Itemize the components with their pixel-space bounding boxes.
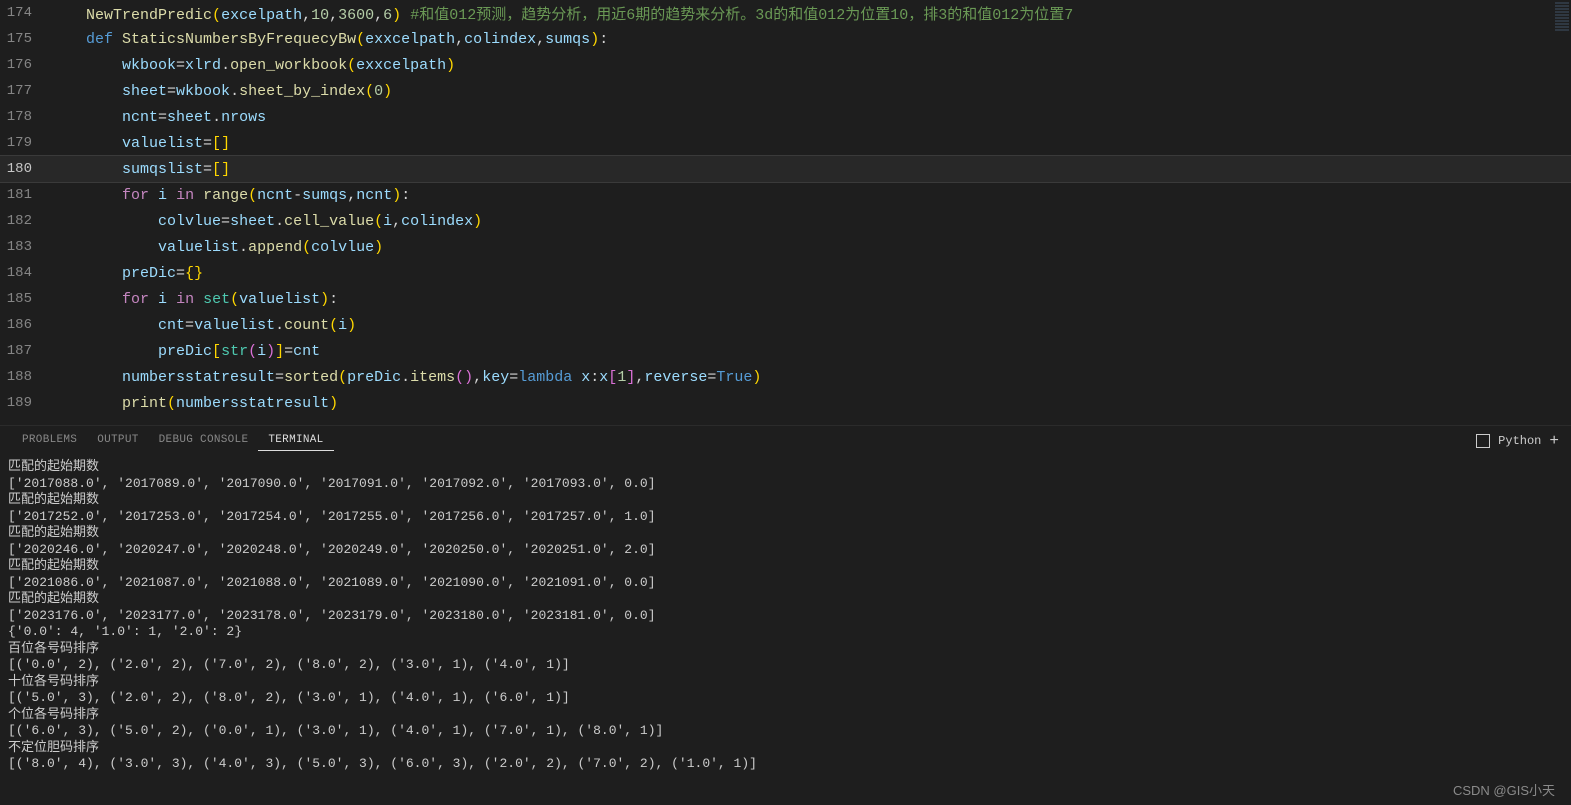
code-line[interactable]: 178 ncnt=sheet.nrows xyxy=(0,104,1571,130)
terminal-line: 匹配的起始期数 xyxy=(8,591,1563,608)
code-content[interactable]: for i in range(ncnt-sumqs,ncnt): xyxy=(50,187,1571,204)
line-number: 183 xyxy=(0,239,50,255)
code-line[interactable]: 176 wkbook=xlrd.open_workbook(exxcelpath… xyxy=(0,52,1571,78)
terminal-icon xyxy=(1476,434,1490,448)
panel-tab-terminal[interactable]: TERMINAL xyxy=(258,430,333,451)
code-content[interactable]: preDic={} xyxy=(50,265,1571,282)
line-number: 184 xyxy=(0,265,50,281)
code-line[interactable]: 187 preDic[str(i)]=cnt xyxy=(0,338,1571,364)
terminal-line: 百位各号码排序 xyxy=(8,641,1563,658)
line-number: 181 xyxy=(0,187,50,203)
code-content[interactable]: sumqslist=[] xyxy=(50,161,1571,178)
terminal-line: [('8.0', 4), ('3.0', 3), ('4.0', 3), ('5… xyxy=(8,756,1563,773)
panel-tabs: PROBLEMSOUTPUTDEBUG CONSOLETERMINAL Pyth… xyxy=(0,425,1571,455)
terminal-shell-label: Python xyxy=(1498,434,1541,448)
code-content[interactable]: colvlue=sheet.cell_value(i,colindex) xyxy=(50,213,1571,230)
terminal-line: ['2021086.0', '2021087.0', '2021088.0', … xyxy=(8,575,1563,592)
code-content[interactable]: print(numbersstatresult) xyxy=(50,395,1571,412)
line-number: 185 xyxy=(0,291,50,307)
code-content[interactable]: NewTrendPredic(excelpath,10,3600,6) #和值0… xyxy=(50,3,1571,24)
terminal-line: 匹配的起始期数 xyxy=(8,459,1563,476)
terminal-line: [('0.0', 2), ('2.0', 2), ('7.0', 2), ('8… xyxy=(8,657,1563,674)
code-line[interactable]: 182 colvlue=sheet.cell_value(i,colindex) xyxy=(0,208,1571,234)
line-number: 186 xyxy=(0,317,50,333)
panel-tab-problems[interactable]: PROBLEMS xyxy=(12,430,87,451)
code-content[interactable]: sheet=wkbook.sheet_by_index(0) xyxy=(50,83,1571,100)
code-line[interactable]: 185 for i in set(valuelist): xyxy=(0,286,1571,312)
terminal-line: ['2017088.0', '2017089.0', '2017090.0', … xyxy=(8,476,1563,493)
line-number: 187 xyxy=(0,343,50,359)
code-content[interactable]: ncnt=sheet.nrows xyxy=(50,109,1571,126)
terminal-selector[interactable]: Python + xyxy=(1476,432,1559,450)
code-content[interactable]: wkbook=xlrd.open_workbook(exxcelpath) xyxy=(50,57,1571,74)
line-number: 178 xyxy=(0,109,50,125)
terminal-line: 匹配的起始期数 xyxy=(8,558,1563,575)
code-line[interactable]: 189 print(numbersstatresult) xyxy=(0,390,1571,416)
code-line[interactable]: 183 valuelist.append(colvlue) xyxy=(0,234,1571,260)
terminal-line: 十位各号码排序 xyxy=(8,674,1563,691)
terminal-line: 个位各号码排序 xyxy=(8,707,1563,724)
terminal-line: 匹配的起始期数 xyxy=(8,492,1563,509)
watermark: CSDN @GIS小天 xyxy=(1453,780,1555,799)
code-line[interactable]: 186 cnt=valuelist.count(i) xyxy=(0,312,1571,338)
code-line[interactable]: 180 sumqslist=[] xyxy=(0,156,1571,182)
line-number: 182 xyxy=(0,213,50,229)
code-line[interactable]: 184 preDic={} xyxy=(0,260,1571,286)
terminal-line: [('6.0', 3), ('5.0', 2), ('0.0', 1), ('3… xyxy=(8,723,1563,740)
code-editor[interactable]: 174 NewTrendPredic(excelpath,10,3600,6) … xyxy=(0,0,1571,425)
line-number: 189 xyxy=(0,395,50,411)
code-line[interactable]: 181 for i in range(ncnt-sumqs,ncnt): xyxy=(0,182,1571,208)
code-content[interactable]: preDic[str(i)]=cnt xyxy=(50,343,1571,360)
code-content[interactable]: numbersstatresult=sorted(preDic.items(),… xyxy=(50,369,1571,386)
panel-tab-debug-console[interactable]: DEBUG CONSOLE xyxy=(149,430,259,451)
code-content[interactable]: def StaticsNumbersByFrequecyBw(exxcelpat… xyxy=(50,31,1571,48)
code-line[interactable]: 177 sheet=wkbook.sheet_by_index(0) xyxy=(0,78,1571,104)
terminal-line: 匹配的起始期数 xyxy=(8,525,1563,542)
code-line[interactable]: 179 valuelist=[] xyxy=(0,130,1571,156)
terminal-line: ['2023176.0', '2023177.0', '2023178.0', … xyxy=(8,608,1563,625)
terminal-line: {'0.0': 4, '1.0': 1, '2.0': 2} xyxy=(8,624,1563,641)
line-number: 174 xyxy=(0,5,50,21)
terminal-output[interactable]: 匹配的起始期数['2017088.0', '2017089.0', '20170… xyxy=(0,455,1571,805)
terminal-line: ['2017252.0', '2017253.0', '2017254.0', … xyxy=(8,509,1563,526)
line-number: 180 xyxy=(0,161,50,177)
terminal-line: ['2020246.0', '2020247.0', '2020248.0', … xyxy=(8,542,1563,559)
terminal-line: 不定位胆码排序 xyxy=(8,740,1563,757)
code-line[interactable]: 174 NewTrendPredic(excelpath,10,3600,6) … xyxy=(0,0,1571,26)
line-number: 179 xyxy=(0,135,50,151)
code-line[interactable]: 188 numbersstatresult=sorted(preDic.item… xyxy=(0,364,1571,390)
code-content[interactable]: valuelist.append(colvlue) xyxy=(50,239,1571,256)
new-terminal-button[interactable]: + xyxy=(1549,432,1559,450)
terminal-line: [('5.0', 3), ('2.0', 2), ('8.0', 2), ('3… xyxy=(8,690,1563,707)
line-number: 176 xyxy=(0,57,50,73)
line-number: 188 xyxy=(0,369,50,385)
code-content[interactable]: valuelist=[] xyxy=(50,135,1571,152)
code-line[interactable]: 175 def StaticsNumbersByFrequecyBw(exxce… xyxy=(0,26,1571,52)
line-number: 177 xyxy=(0,83,50,99)
code-content[interactable]: cnt=valuelist.count(i) xyxy=(50,317,1571,334)
panel-tab-output[interactable]: OUTPUT xyxy=(87,430,148,451)
line-number: 175 xyxy=(0,31,50,47)
code-content[interactable]: for i in set(valuelist): xyxy=(50,291,1571,308)
